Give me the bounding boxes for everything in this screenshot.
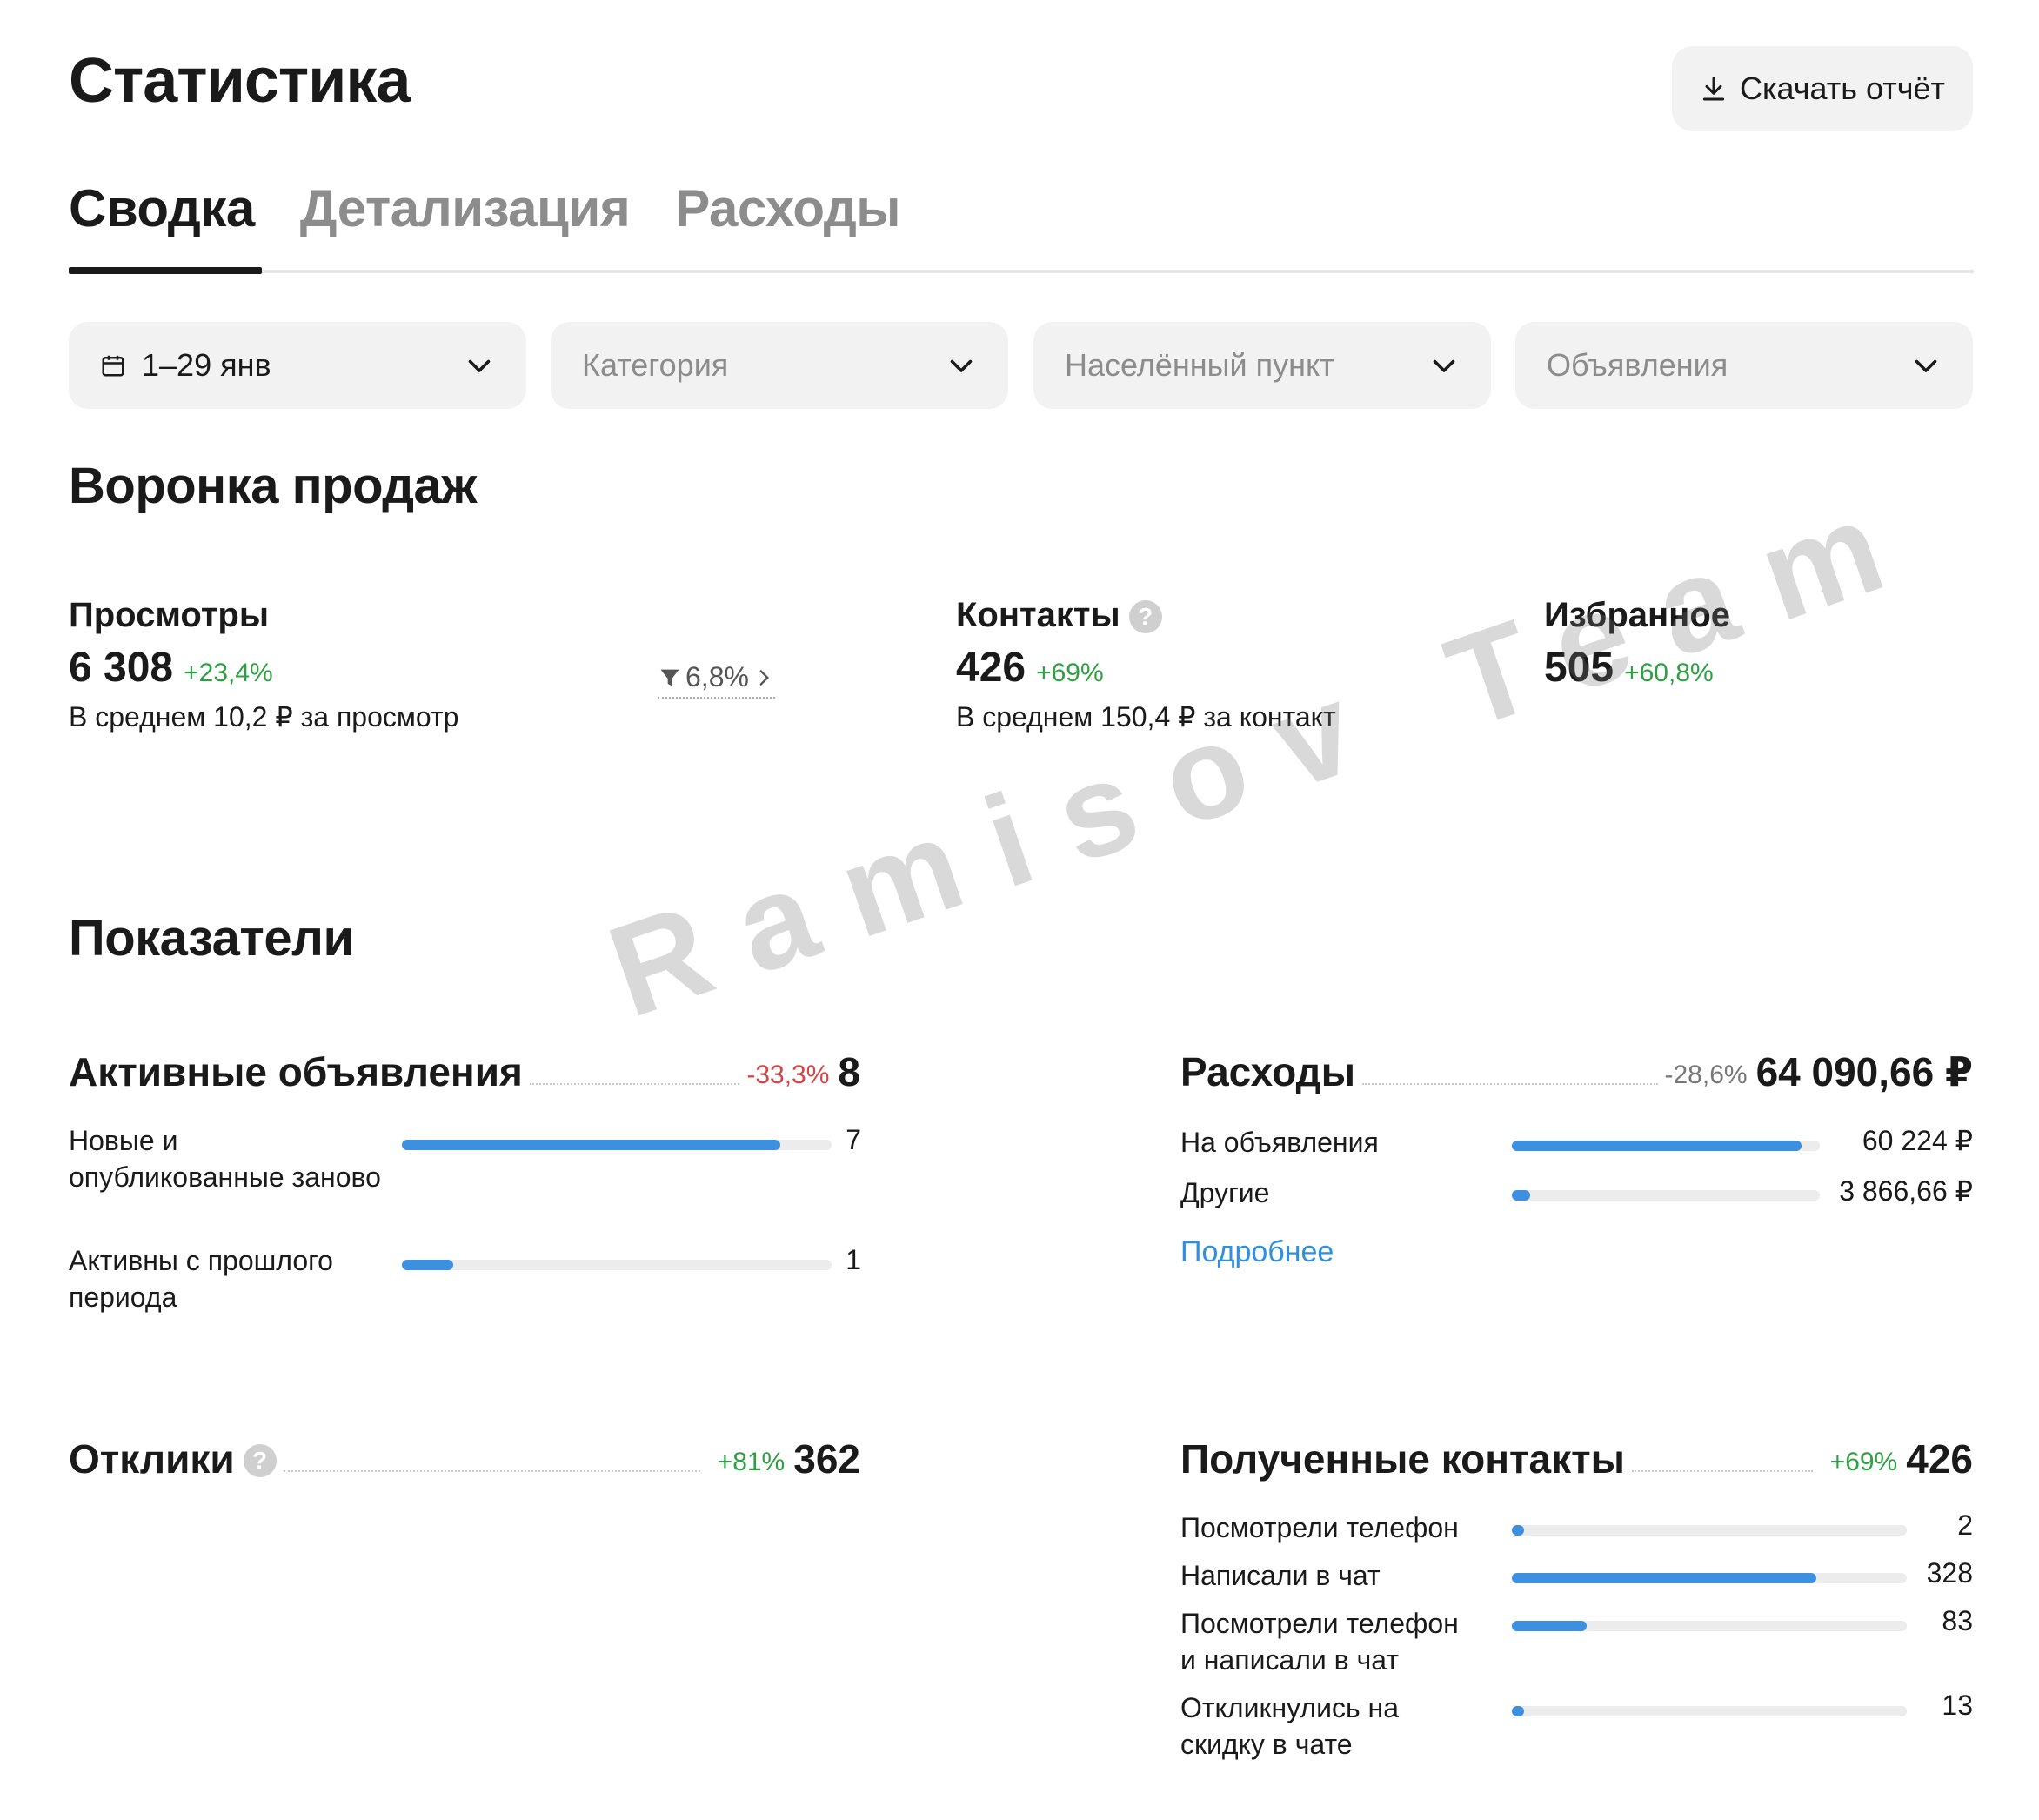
contacts-metric: Контакты? 426 +69% В среднем 150,4 ₽ за к… xyxy=(956,596,1336,733)
expenses-change: -28,6% xyxy=(1664,1061,1748,1089)
active-ads-row-value: 1 xyxy=(846,1244,861,1275)
active-ads-row-label: Новые и опубликованные заново xyxy=(69,1125,381,1193)
tab-summary[interactable]: Сводка xyxy=(69,178,255,238)
ads-filter[interactable]: Объявления xyxy=(1515,322,1973,409)
ads-filter-placeholder: Объявления xyxy=(1547,347,1728,383)
contacts-bar xyxy=(1512,1621,1907,1631)
bar-fill xyxy=(1512,1573,1816,1583)
expenses-more-link[interactable]: Подробнее xyxy=(1180,1235,1334,1269)
category-filter[interactable]: Категория xyxy=(551,322,1008,409)
favorites-metric: Избранное 505 +60,8% xyxy=(1544,596,1730,692)
favorites-label: Избранное xyxy=(1544,596,1731,634)
download-icon xyxy=(1702,77,1725,101)
chevron-down-icon xyxy=(1433,359,1455,372)
contacts-sub: В среднем 150,4 ₽ за контакт xyxy=(956,701,1336,733)
views-sub: В среднем 10,2 ₽ за просмотр xyxy=(69,701,459,733)
active-ads-total: 8 xyxy=(838,1049,860,1094)
location-filter-placeholder: Населённый пункт xyxy=(1065,347,1334,383)
expenses-title: Расходы xyxy=(1180,1049,1356,1094)
active-ads-bar xyxy=(402,1140,832,1150)
indicators-title: Показатели xyxy=(69,910,354,967)
chevron-right-icon xyxy=(759,669,769,686)
expenses-header: Расходы -28,6% 64 090,66 ₽ xyxy=(1180,1048,1973,1095)
contacts-bar xyxy=(1512,1706,1907,1716)
favorites-change: +60,8% xyxy=(1624,659,1714,687)
help-icon[interactable]: ? xyxy=(1128,600,1162,634)
bar-fill xyxy=(1512,1141,1802,1151)
tab-expenses[interactable]: Расходы xyxy=(675,178,900,238)
period-filter-value: 1–29 янв xyxy=(142,347,271,383)
bar-fill xyxy=(1512,1706,1524,1716)
chevron-down-icon xyxy=(1915,359,1937,372)
responses-title: Отклики xyxy=(69,1436,235,1482)
page-title: Статистика xyxy=(69,46,411,116)
bar-fill xyxy=(1512,1190,1531,1201)
expenses-bar xyxy=(1512,1141,1820,1151)
contacts-row-value: 83 xyxy=(1942,1605,1973,1636)
views-metric: Просмотры 6 308 +23,4% В среднем 10,2 ₽ з… xyxy=(69,596,458,733)
expenses-row-label: На объявления xyxy=(1180,1127,1379,1158)
contacts-row-value: 328 xyxy=(1926,1557,1973,1589)
category-filter-placeholder: Категория xyxy=(582,347,729,383)
conversion-value: 6,8% xyxy=(685,661,749,693)
funnel-title: Воронка продаж xyxy=(69,458,477,514)
contacts-row-label: Откликнулись на скидку в чате xyxy=(1180,1692,1399,1760)
help-icon[interactable]: ? xyxy=(243,1444,277,1477)
contacts-row-value: 2 xyxy=(1957,1509,1973,1541)
contacts-bar xyxy=(1512,1525,1907,1536)
active-ads-bar xyxy=(402,1260,832,1270)
contacts-bar xyxy=(1512,1573,1907,1583)
contacts-row-label: Посмотрели телефон и написали в чат xyxy=(1180,1608,1459,1676)
tab-details[interactable]: Детализация xyxy=(300,178,631,238)
active-ads-row-value: 7 xyxy=(846,1124,861,1155)
bar-fill xyxy=(402,1260,454,1270)
expenses-row-value: 3 866,66 ₽ xyxy=(1839,1175,1973,1207)
responses-change: +81% xyxy=(717,1448,786,1476)
chevron-down-icon xyxy=(468,359,491,372)
tab-bar: Сводка Детализация Расходы xyxy=(69,178,901,238)
bar-fill xyxy=(1512,1621,1588,1631)
active-ads-row-label: Активны с прошлого периода xyxy=(69,1245,333,1313)
received-contacts-change: +69% xyxy=(1829,1448,1898,1476)
filter-funnel-icon xyxy=(660,669,679,686)
responses-total: 362 xyxy=(793,1436,860,1482)
expenses-row-label: Другие xyxy=(1180,1177,1270,1208)
contacts-row-label: Написали в чат xyxy=(1180,1560,1381,1591)
location-filter[interactable]: Населённый пункт xyxy=(1033,322,1491,409)
expenses-row-value: 60 224 ₽ xyxy=(1862,1125,1973,1156)
received-contacts-header: Полученные контакты +69% 426 xyxy=(1180,1435,1973,1482)
download-report-label: Скачать отчёт xyxy=(1740,70,1945,106)
views-label: Просмотры xyxy=(69,596,270,634)
contacts-row-label: Посмотрели телефон xyxy=(1180,1512,1459,1543)
responses-header: Отклики ? +81% 362 xyxy=(69,1435,860,1482)
conversion-link[interactable]: 6,8% xyxy=(658,661,775,699)
expenses-bar xyxy=(1512,1190,1820,1201)
favorites-value: 505 xyxy=(1544,645,1614,691)
received-contacts-title: Полученные контакты xyxy=(1180,1436,1625,1482)
expenses-total: 64 090,66 ₽ xyxy=(1755,1049,1973,1094)
watermark: Ramisov Team xyxy=(592,459,1936,1045)
views-change: +23,4% xyxy=(184,659,273,687)
contacts-row-value: 13 xyxy=(1942,1690,1973,1721)
tabs-divider xyxy=(69,270,1974,273)
contacts-label: Контакты xyxy=(956,596,1120,634)
calendar-icon xyxy=(102,355,124,377)
bar-fill xyxy=(1512,1525,1524,1536)
active-ads-title: Активные объявления xyxy=(69,1049,523,1094)
contacts-value: 426 xyxy=(956,645,1026,691)
chevron-down-icon xyxy=(950,359,973,372)
received-contacts-total: 426 xyxy=(1906,1436,1973,1482)
period-filter[interactable]: 1–29 янв xyxy=(69,322,526,409)
download-report-button[interactable]: Скачать отчёт xyxy=(1672,46,1973,131)
active-tab-indicator xyxy=(69,267,262,274)
active-ads-header: Активные объявления -33,3% 8 xyxy=(69,1048,860,1095)
views-value: 6 308 xyxy=(69,645,174,691)
bar-fill xyxy=(402,1140,780,1150)
contacts-change: +69% xyxy=(1036,659,1104,687)
active-ads-change: -33,3% xyxy=(746,1061,830,1089)
